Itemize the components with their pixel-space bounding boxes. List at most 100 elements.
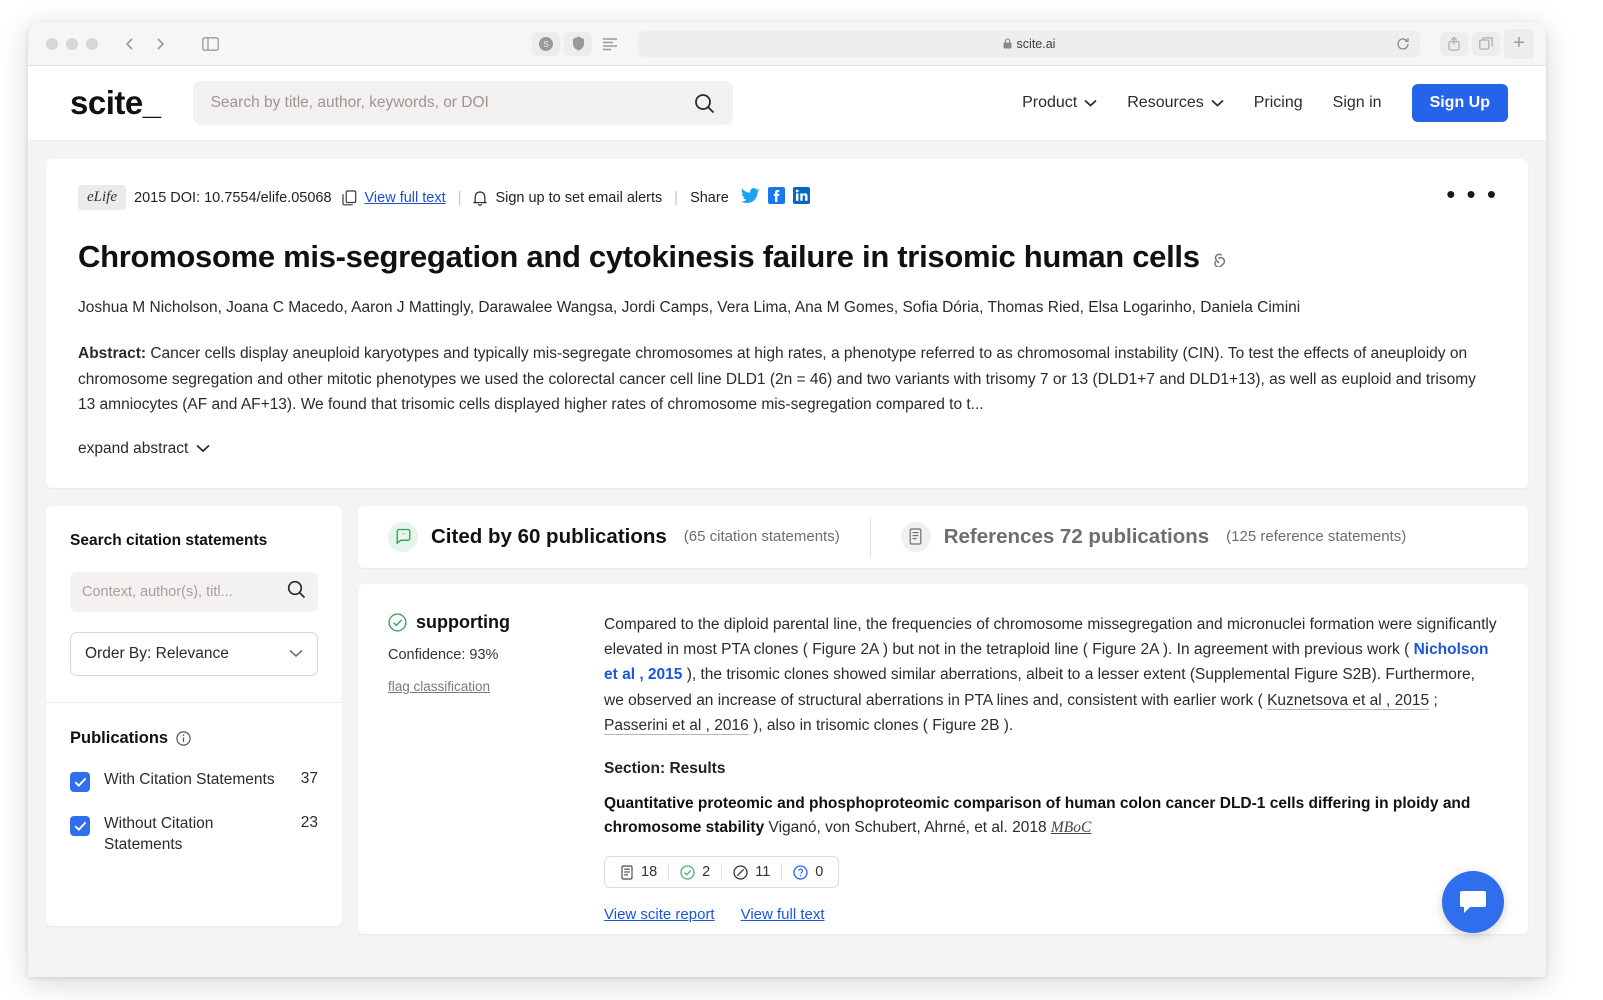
toolbar-right-icons: + bbox=[1440, 28, 1534, 59]
social-share-icons bbox=[740, 187, 810, 208]
metric-value: 18 bbox=[641, 864, 658, 881]
reference-separator: ; bbox=[1429, 691, 1438, 709]
back-button[interactable] bbox=[116, 32, 144, 56]
statement-section: Section: Results bbox=[604, 760, 726, 777]
citation-statement-card: supporting Confidence: 93% flag classifi… bbox=[358, 583, 1528, 934]
filter-label: With Citation Statements bbox=[104, 770, 275, 788]
classification-label: supporting bbox=[416, 611, 510, 632]
more-options-icon[interactable]: • • • bbox=[1446, 181, 1498, 207]
paper-title-text: Chromosome mis-segregation and cytokines… bbox=[78, 239, 1200, 274]
facebook-icon[interactable] bbox=[767, 187, 785, 208]
site-search[interactable] bbox=[192, 81, 733, 125]
extension-icon[interactable]: S bbox=[532, 31, 560, 56]
forward-button[interactable] bbox=[146, 32, 174, 56]
tab-label: References 72 publications bbox=[943, 524, 1210, 548]
twitter-icon[interactable] bbox=[740, 187, 760, 208]
reload-icon[interactable] bbox=[1396, 37, 1410, 51]
link-icon[interactable] bbox=[1210, 247, 1230, 267]
chevron-down-icon bbox=[1084, 99, 1097, 107]
tab-cited-by[interactable]: " Cited by 60 publications (65 citation … bbox=[358, 506, 870, 568]
tab-sublabel: (125 reference statements) bbox=[1226, 528, 1407, 546]
nav-item-pricing[interactable]: Pricing bbox=[1254, 94, 1303, 112]
sidebar-divider bbox=[46, 701, 342, 703]
mentioning-icon bbox=[733, 864, 748, 880]
metric-value: 2 bbox=[702, 864, 711, 881]
filter-with-citation-statements[interactable]: With Citation Statements 37 bbox=[70, 770, 318, 792]
metric-supporting[interactable]: 2 bbox=[668, 864, 721, 881]
site-header: scite_ Product Resources Pricing bbox=[28, 66, 1546, 141]
shield-icon[interactable] bbox=[564, 31, 592, 56]
citing-publication-authors: Viganó, von Schubert, Ahrné, et al. 2018 bbox=[764, 819, 1051, 837]
order-by-select[interactable]: Order By: Relevance bbox=[70, 631, 318, 676]
minimize-window-button[interactable] bbox=[66, 37, 78, 50]
url-bar[interactable]: scite.ai bbox=[638, 30, 1420, 57]
new-tab-button[interactable]: + bbox=[1504, 28, 1534, 59]
window-traffic-lights bbox=[46, 37, 98, 50]
close-window-button[interactable] bbox=[46, 37, 58, 50]
search-icon[interactable] bbox=[287, 580, 306, 604]
filter-count: 23 bbox=[300, 813, 318, 831]
citation-search-input[interactable] bbox=[82, 583, 287, 600]
copy-icon[interactable] bbox=[341, 189, 357, 206]
sidebar-toggle-icon[interactable] bbox=[196, 32, 224, 56]
paper-meta-row: eLife 2015 DOI: 10.7554/elife.05068 View… bbox=[78, 185, 1496, 210]
nav-item-sign-in[interactable]: Sign in bbox=[1333, 94, 1382, 112]
filters-sidebar: Search citation statements Order By: Rel… bbox=[46, 505, 342, 926]
statement-classification-panel: supporting Confidence: 93% flag classifi… bbox=[388, 612, 578, 908]
expand-abstract-label: expand abstract bbox=[78, 439, 189, 457]
journal-badge: eLife bbox=[78, 185, 126, 210]
svg-text:S: S bbox=[543, 40, 548, 49]
bell-icon[interactable] bbox=[473, 190, 488, 206]
sign-up-button[interactable]: Sign Up bbox=[1411, 84, 1508, 122]
view-full-text-link[interactable]: View full text bbox=[741, 906, 825, 923]
filter-without-citation-statements[interactable]: Without Citation Statements 23 bbox=[70, 814, 318, 856]
maximize-window-button[interactable] bbox=[86, 37, 98, 50]
main-content-column: " Cited by 60 publications (65 citation … bbox=[358, 505, 1528, 934]
paper-card: • • • eLife 2015 DOI: 10.7554/elife.0506… bbox=[46, 159, 1528, 488]
url-text: scite.ai bbox=[1016, 36, 1056, 51]
checkbox-checked-icon[interactable] bbox=[70, 771, 90, 792]
nav-label: Pricing bbox=[1253, 94, 1303, 111]
check-circle-icon bbox=[388, 613, 407, 632]
abstract-label: Abstract: bbox=[78, 345, 147, 363]
metric-contrasting[interactable]: 0 bbox=[781, 864, 834, 881]
view-full-text-link[interactable]: View full text bbox=[365, 190, 446, 206]
reference-passerini[interactable]: Passerini et al , 2016 bbox=[604, 716, 749, 735]
expand-abstract-button[interactable]: expand abstract bbox=[78, 440, 210, 458]
scite-logo[interactable]: scite_ bbox=[70, 84, 161, 122]
statement-text: Compared to the diploid parental line, t… bbox=[604, 612, 1498, 738]
confidence-label: Confidence: 93% bbox=[388, 646, 499, 663]
linkedin-icon[interactable] bbox=[792, 187, 810, 208]
chat-support-button[interactable] bbox=[1442, 871, 1504, 933]
citing-publication-journal[interactable]: MBoC bbox=[1051, 819, 1091, 836]
search-input[interactable] bbox=[210, 94, 694, 112]
checkbox-checked-icon[interactable] bbox=[70, 815, 90, 836]
flag-classification-link[interactable]: flag classification bbox=[388, 679, 490, 694]
browser-window: S scite.ai + scite_ Search by title, aut… bbox=[28, 22, 1546, 977]
citation-metrics-badge: 18 2 11 0 bbox=[604, 856, 840, 889]
nav-item-product[interactable]: Product bbox=[1022, 94, 1097, 112]
info-icon[interactable] bbox=[176, 731, 191, 746]
email-alerts-label[interactable]: Sign up to set email alerts bbox=[495, 190, 662, 206]
reader-view-icon[interactable] bbox=[596, 32, 624, 56]
tab-overview-icon[interactable] bbox=[1472, 31, 1500, 56]
page-title: Chromosome mis-segregation and cytokines… bbox=[78, 238, 1496, 276]
citation-search-box[interactable] bbox=[70, 571, 318, 612]
reference-kuznetsova[interactable]: Kuznetsova et al , 2015 bbox=[1267, 691, 1430, 710]
tab-references[interactable]: References 72 publications (125 referenc… bbox=[871, 506, 1437, 568]
view-scite-report-link[interactable]: View scite report bbox=[604, 906, 715, 923]
publications-label: Publications bbox=[70, 728, 169, 747]
nav-item-resources[interactable]: Resources bbox=[1127, 94, 1224, 112]
toolbar-mid-icons: S bbox=[532, 31, 624, 56]
search-icon[interactable] bbox=[694, 93, 715, 114]
filter-count: 37 bbox=[300, 769, 318, 787]
document-icon bbox=[620, 864, 634, 880]
metric-citations[interactable]: 18 bbox=[609, 864, 668, 880]
metric-mentioning[interactable]: 11 bbox=[721, 864, 781, 881]
navigation-buttons bbox=[116, 32, 174, 56]
paper-authors: Joshua M Nicholson, Joana C Macedo, Aaro… bbox=[78, 298, 1301, 316]
share-icon[interactable] bbox=[1440, 31, 1468, 56]
supporting-check-icon bbox=[680, 864, 695, 880]
document-icon bbox=[900, 521, 931, 552]
separator: | bbox=[674, 189, 679, 206]
